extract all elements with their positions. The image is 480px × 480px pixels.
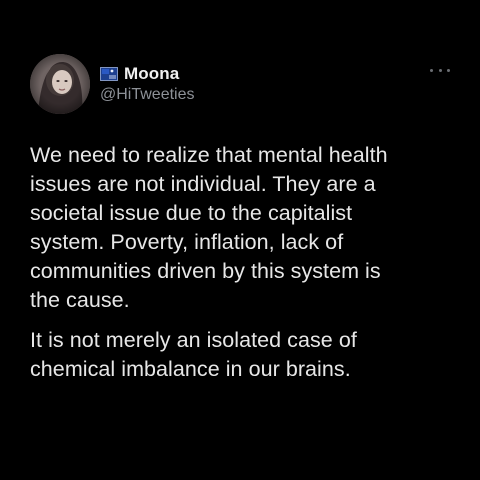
more-horizontal-icon[interactable] bbox=[430, 66, 450, 74]
tweet-text: We need to realize that mental health is… bbox=[30, 141, 460, 384]
author-block: Moona @HiTweeties bbox=[100, 64, 195, 104]
user-handle[interactable]: @HiTweeties bbox=[100, 86, 195, 104]
tweet-card: Moona @HiTweeties We need to realize tha… bbox=[0, 0, 480, 480]
display-name[interactable]: Moona bbox=[124, 64, 179, 84]
dot bbox=[430, 68, 433, 72]
user-avatar-icon bbox=[30, 54, 90, 114]
tweet-paragraph: It is not merely an isolated case of che… bbox=[30, 328, 357, 381]
tweet-paragraph: We need to realize that mental health is… bbox=[30, 143, 388, 312]
dot bbox=[447, 68, 450, 72]
avatar[interactable] bbox=[30, 54, 90, 114]
name-row: Moona bbox=[100, 64, 195, 84]
flag-icon bbox=[100, 67, 118, 81]
dot bbox=[438, 68, 442, 72]
tweet-header: Moona @HiTweeties bbox=[30, 54, 450, 114]
